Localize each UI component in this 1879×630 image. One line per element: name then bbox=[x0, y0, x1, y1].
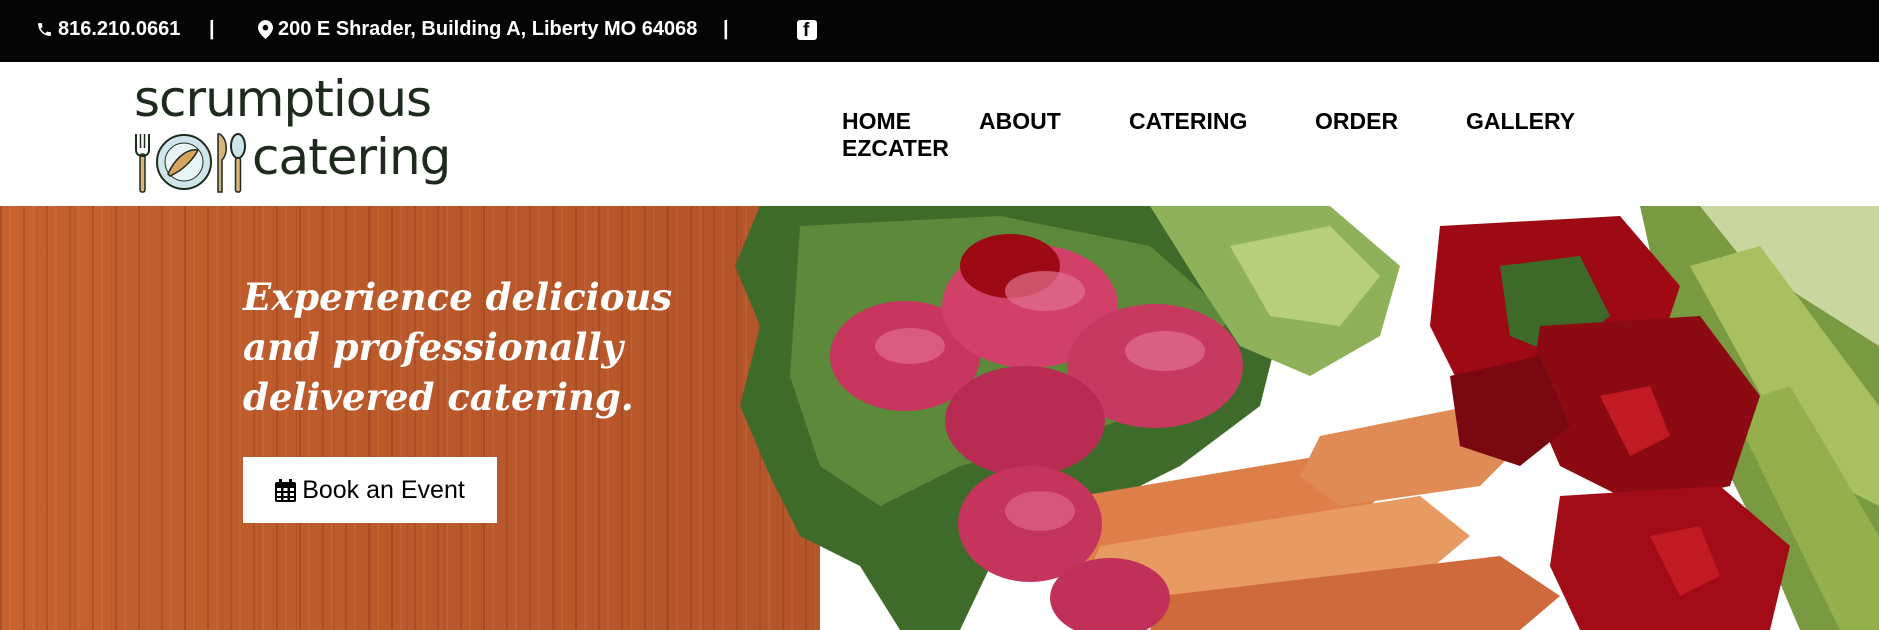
nav-gallery[interactable]: GALLERY bbox=[1466, 108, 1575, 135]
phone-link[interactable]: 816.210.0661 bbox=[36, 18, 180, 41]
address-text: 200 E Shrader, Building A, Liberty MO 64… bbox=[278, 18, 698, 40]
nav-catering[interactable]: CATERING bbox=[1129, 108, 1247, 135]
site-header: scrumptious catering HOME ABOUT CATERING… bbox=[0, 62, 1879, 206]
phone-number: 816.210.0661 bbox=[58, 18, 181, 40]
separator: | bbox=[723, 18, 729, 40]
map-marker-icon bbox=[258, 20, 273, 39]
book-event-label: Book an Event bbox=[302, 475, 465, 504]
logo-text-catering: catering bbox=[252, 128, 451, 186]
logo[interactable]: scrumptious catering bbox=[134, 70, 454, 198]
top-contact-bar: 816.210.0661 | 200 E Shrader, Building A… bbox=[0, 0, 1879, 62]
address-link[interactable]: 200 E Shrader, Building A, Liberty MO 64… bbox=[258, 18, 697, 41]
calendar-icon bbox=[275, 478, 297, 502]
nav-about[interactable]: ABOUT bbox=[979, 108, 1061, 135]
hero-banner: Experience delicious and professionally … bbox=[0, 206, 1879, 630]
facebook-icon[interactable]: f bbox=[797, 20, 817, 41]
book-event-button[interactable]: Book an Event bbox=[243, 457, 497, 523]
nav-home[interactable]: HOME bbox=[842, 108, 911, 135]
logo-text-scrumptious: scrumptious bbox=[134, 70, 432, 128]
hero-headline: Experience delicious and professionally … bbox=[243, 275, 673, 419]
separator: | bbox=[209, 18, 215, 40]
nav-order[interactable]: ORDER bbox=[1315, 108, 1398, 135]
phone-icon bbox=[38, 23, 51, 36]
nav-ezcater[interactable]: EZCATER bbox=[842, 135, 949, 162]
plate-cutlery-icon bbox=[135, 133, 246, 193]
